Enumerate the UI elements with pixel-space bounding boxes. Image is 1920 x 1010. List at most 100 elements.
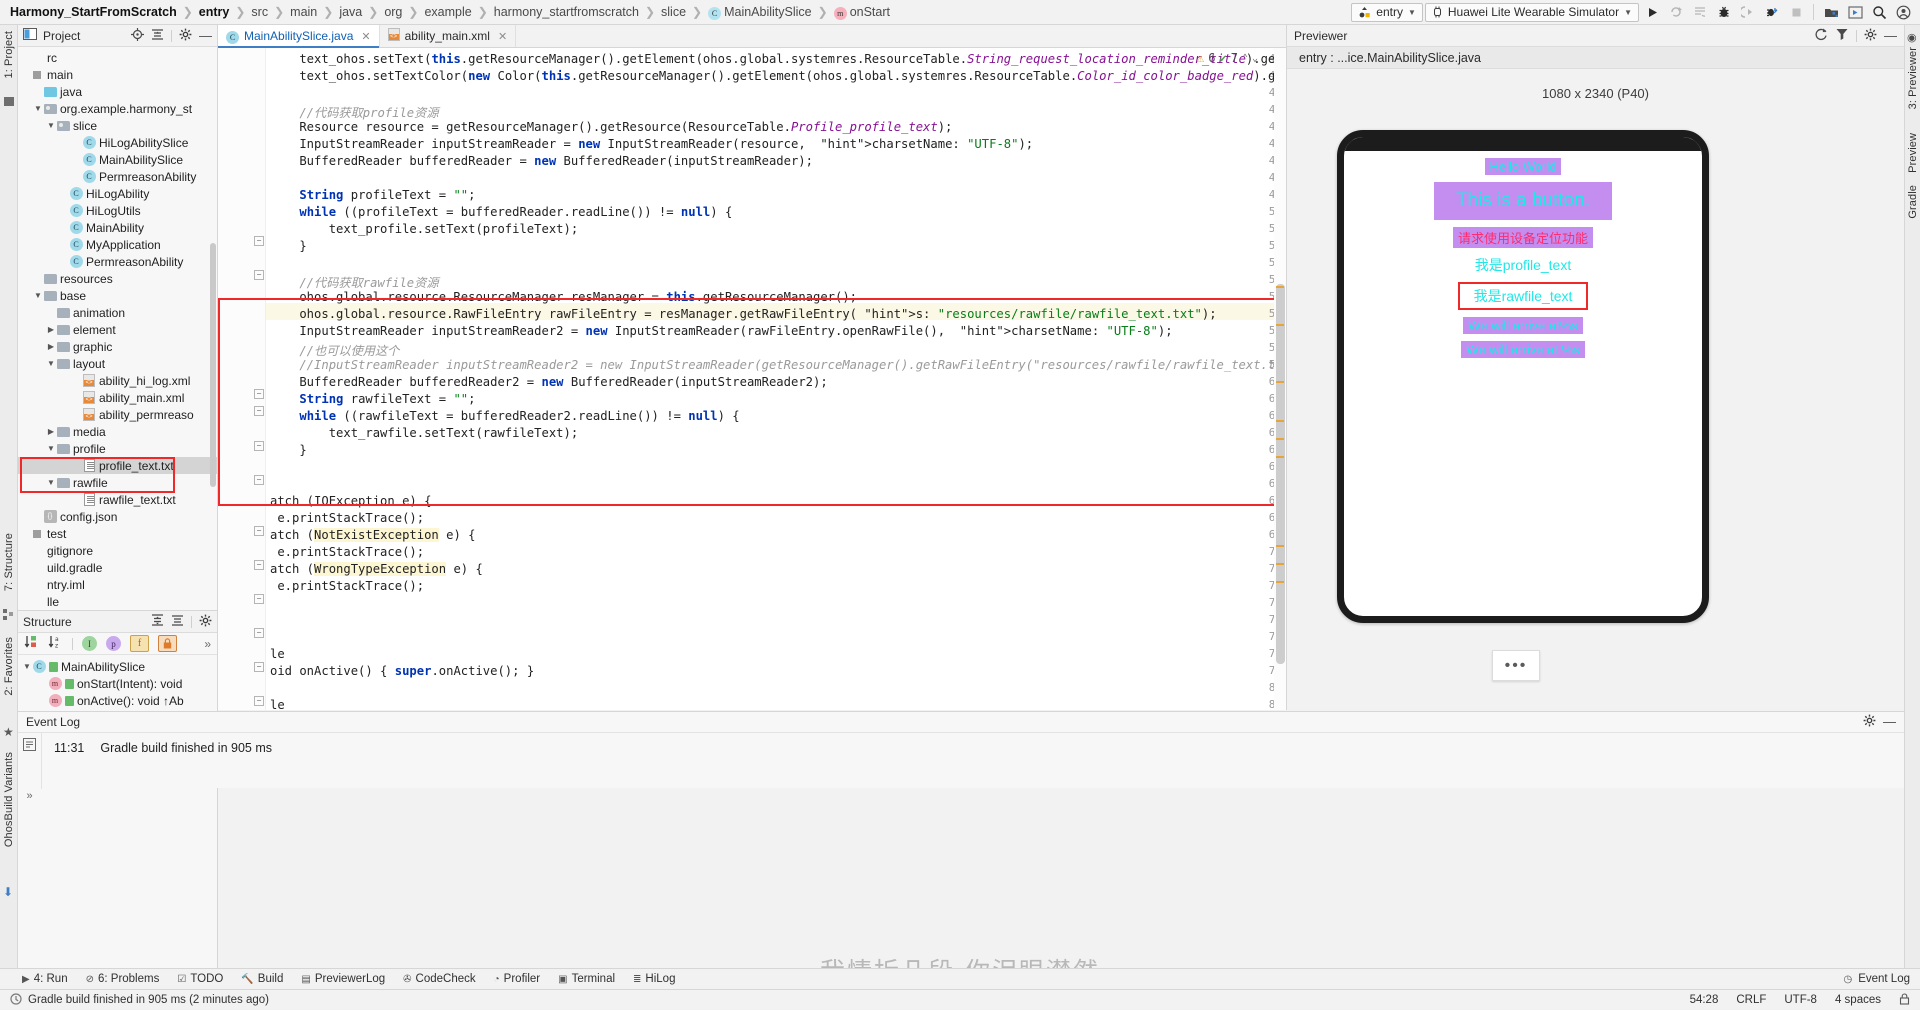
code-line[interactable]: InputStreamReader inputStreamReader2 = n… (270, 324, 1172, 338)
inspection-marker[interactable] (1276, 545, 1284, 547)
breadcrumb-item-src[interactable]: src (249, 5, 270, 19)
preview-button[interactable]: This is a button. (1344, 182, 1702, 220)
expand-icon[interactable]: » (18, 786, 41, 802)
code-line[interactable]: text_rawfile.setText(rawfileText); (270, 426, 579, 440)
chevron-down-icon[interactable]: ▼ (33, 104, 43, 113)
inspection-marker[interactable] (1276, 420, 1284, 422)
download-icon[interactable]: ⬇ (3, 885, 13, 899)
rail-previewer-label[interactable]: 3: Previewer (1907, 47, 1919, 109)
bottom-tool-event-log[interactable]: ◷ Event Log (1843, 973, 1920, 985)
chevron-down-icon[interactable]: ▼ (46, 359, 56, 368)
fold-marker[interactable]: − (254, 594, 264, 604)
code-line[interactable]: BufferedReader bufferedReader = new Buff… (270, 154, 813, 168)
device-manager-button[interactable] (1820, 1, 1842, 23)
project-tree-item[interactable]: ▼ rawfile (18, 474, 217, 491)
project-tree-item[interactable]: ▼ base (18, 287, 217, 304)
breadcrumb-item-org[interactable]: org (382, 5, 404, 19)
project-tree-item[interactable]: ntry.iml (18, 576, 217, 593)
bottom-tool-4-run[interactable]: ▶ 4: Run (22, 973, 68, 985)
fold-marker[interactable]: − (254, 475, 264, 485)
chevron-down-icon[interactable]: ▼ (33, 291, 43, 300)
close-icon[interactable]: ✕ (361, 30, 370, 43)
project-tree-item[interactable]: java (18, 83, 217, 100)
project-tree-item[interactable]: ▼ profile (18, 440, 217, 457)
editor-tab-mainabilityslice-java[interactable]: C MainAbilitySlice.java ✕ (218, 25, 380, 48)
chevron-down-icon[interactable]: ▼ (46, 478, 56, 487)
code-line[interactable]: String profileText = ""; (270, 188, 475, 202)
search-icon[interactable] (1868, 1, 1890, 23)
attach-debugger-button[interactable] (1737, 1, 1759, 23)
device-selector[interactable]: Huawei Lite Wearable Simulator ▼ (1424, 2, 1639, 22)
inspection-marker[interactable] (1276, 563, 1284, 565)
project-tree-item[interactable]: test (18, 525, 217, 542)
project-tree-item[interactable]: C HiLogUtils (18, 202, 217, 219)
close-icon[interactable]: ✕ (498, 30, 507, 43)
breadcrumb-item-java[interactable]: java (337, 5, 364, 19)
chevron-down-icon[interactable]: ▼ (22, 662, 32, 671)
gear-icon[interactable] (1863, 714, 1876, 730)
code-line[interactable]: } (270, 443, 306, 457)
rail-structure-icon[interactable] (3, 609, 14, 623)
project-tree-item[interactable]: ability_main.xml (18, 389, 217, 406)
rail-gradle-label[interactable]: Gradle (1907, 185, 1919, 219)
show-properties-icon[interactable]: p (106, 636, 121, 651)
code-line[interactable]: oid onActive() { super.onActive(); } (270, 664, 534, 678)
account-icon[interactable] (1892, 1, 1914, 23)
chevron-right-icon[interactable]: ▶ (46, 342, 56, 351)
project-tree-item[interactable]: main (18, 66, 217, 83)
hide-panel-icon[interactable]: — (1883, 715, 1896, 728)
project-tree-scrollbar[interactable] (210, 243, 216, 487)
caret-position[interactable]: 54:28 (1690, 994, 1719, 1006)
fold-marker[interactable]: − (254, 628, 264, 638)
code-line[interactable]: e.printStackTrace(); (270, 545, 424, 559)
code-line[interactable]: e.printStackTrace(); (270, 579, 424, 593)
fold-marker[interactable]: − (254, 526, 264, 536)
code-line[interactable]: //代码获取rawfile资源 (270, 273, 438, 291)
code-line[interactable]: atch (WrongTypeException e) { (270, 562, 483, 576)
project-tree-item[interactable]: C PermreasonAbility (18, 253, 217, 270)
project-tree-item[interactable]: ▶ media (18, 423, 217, 440)
code-line[interactable]: while ((rawfileText = bufferedReader2.re… (270, 409, 739, 423)
collapse-all-icon[interactable] (171, 614, 184, 630)
project-tree-item[interactable]: profile_text.txt (18, 457, 217, 474)
bottom-tool-window-bar[interactable]: ▶ 4: Run ⊘ 6: Problems ☑ TODO 🔨 Build ▤ Previewer… (0, 968, 1920, 989)
inspection-marker[interactable] (1276, 381, 1284, 383)
project-tree-item[interactable]: ▶ graphic (18, 338, 217, 355)
expand-all-icon[interactable] (151, 613, 164, 630)
eye-icon[interactable]: ◉ (1907, 31, 1917, 44)
sort-alphabetically-icon[interactable]: az (48, 635, 63, 652)
gear-icon[interactable] (179, 28, 192, 44)
fold-marker[interactable]: − (254, 236, 264, 246)
show-non-public-icon[interactable] (158, 635, 177, 652)
gear-icon[interactable] (199, 614, 212, 630)
code-line[interactable]: text_ohos.setTextColor(new Color(this.ge… (270, 69, 1286, 83)
code-line[interactable]: le (270, 698, 285, 710)
refresh-icon[interactable] (1814, 27, 1828, 44)
collapse-all-icon[interactable] (151, 28, 164, 44)
inspection-marker[interactable] (1276, 286, 1284, 288)
settings-list-icon[interactable] (23, 738, 36, 751)
hide-panel-icon[interactable]: — (1884, 29, 1897, 42)
fold-marker[interactable]: − (254, 696, 264, 706)
code-line[interactable]: //也可以使用这个 (270, 341, 399, 359)
filter-icon[interactable] (1835, 27, 1849, 44)
code-line[interactable]: e.printStackTrace(); (270, 511, 424, 525)
project-tree-item[interactable]: rc (18, 49, 217, 66)
structure-tree-item[interactable]: m onStart(Intent): void (18, 675, 217, 692)
code-line[interactable]: String rawfileText = ""; (270, 392, 475, 406)
bottom-tool-previewerlog[interactable]: ▤ PreviewerLog (301, 973, 385, 985)
breadcrumb-item-slice[interactable]: slice (659, 5, 688, 19)
breadcrumb-item-harmony-startfromscratch[interactable]: Harmony_StartFromScratch (8, 5, 179, 19)
fold-marker[interactable]: − (254, 560, 264, 570)
project-tree-item[interactable]: ▼ org.example.harmony_st (18, 100, 217, 117)
bottom-tool-terminal[interactable]: ▣ Terminal (558, 973, 615, 985)
fold-marker[interactable]: − (254, 389, 264, 399)
inspection-marker[interactable] (1276, 456, 1284, 458)
previewer-button[interactable] (1844, 1, 1866, 23)
project-tree-item[interactable]: uild.gradle (18, 559, 217, 576)
line-separator[interactable]: CRLF (1736, 994, 1766, 1006)
more-options-icon[interactable]: » (204, 637, 211, 651)
code-line[interactable]: while ((profileText = bufferedReader.rea… (270, 205, 732, 219)
file-encoding[interactable]: UTF-8 (1784, 994, 1817, 1006)
project-tree-item[interactable]: C MyApplication (18, 236, 217, 253)
